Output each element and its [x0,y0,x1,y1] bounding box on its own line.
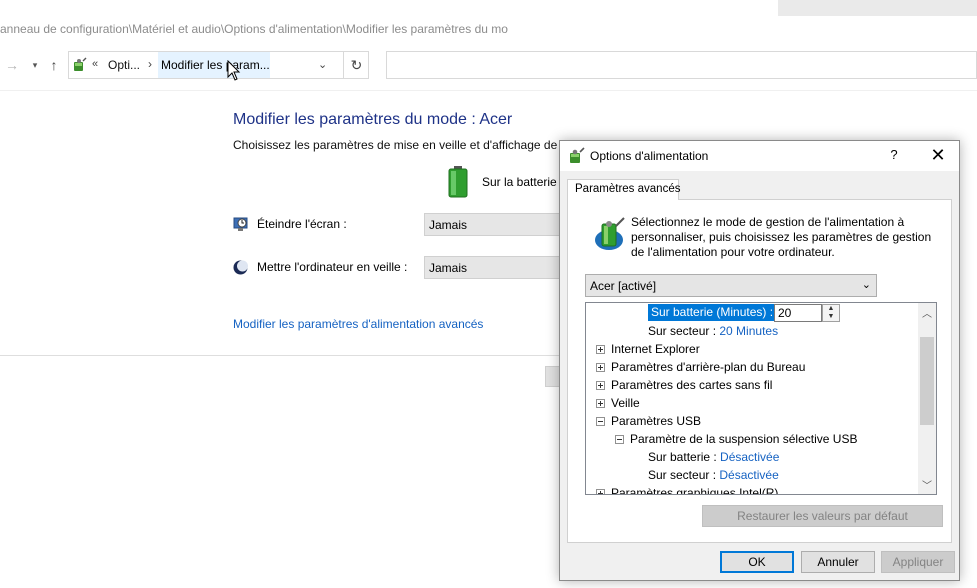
sleep-select[interactable]: Jamais [424,256,560,279]
forward-arrow-icon[interactable]: → [4,57,20,73]
on-battery-column-header: Sur la batterie [482,175,557,189]
expand-icon[interactable] [596,381,605,390]
tree-item-wireless-adapters[interactable]: Paramètres des cartes sans fil [611,376,772,394]
tree-item-internet-explorer[interactable]: Internet Explorer [611,340,700,358]
tree-usb-ac-row[interactable]: Sur secteur : Désactivée [648,466,779,484]
expand-icon[interactable] [596,363,605,372]
spin-up-icon[interactable]: ▲ [823,305,839,313]
tree-item-intel-graphics[interactable]: Paramètres graphiques Intel(R) [611,484,778,494]
power-options-icon [74,57,87,71]
sleep-value: Jamais [429,261,468,275]
vertical-scrollbar[interactable]: ︿ ﹀ [918,303,936,494]
tree-item-usb-selective-suspend[interactable]: Paramètre de la suspension sélective USB [630,430,857,448]
refresh-icon[interactable]: ↻ [343,52,369,78]
tab-label: Paramètres avancés [575,183,681,195]
scroll-up-icon[interactable]: ︿ [918,305,936,320]
dialog-title: Options d'alimentation [590,149,709,163]
tree-item-usb-settings[interactable]: Paramètres USB [611,412,701,430]
tree-usb-ac-value[interactable]: Désactivée [719,468,778,482]
breadcrumb-current-label: Modifier les param... [161,58,270,72]
scroll-down-icon[interactable]: ﹀ [918,477,936,492]
divider [0,355,560,356]
tab-panel: Sélectionnez le mode de gestion de l'ali… [567,199,952,543]
tree-ac-value[interactable]: 20 Minutes [719,324,778,338]
tree-ac-label: Sur secteur : [648,324,717,338]
tree-usb-ac-label: Sur secteur : [648,468,717,482]
tab-advanced-settings[interactable]: Paramètres avancés [567,179,681,200]
minutes-spinner[interactable]: ▲ ▼ [822,304,840,322]
expand-icon[interactable] [596,345,605,354]
restore-defaults-button[interactable]: Restaurer les valeurs par défaut [702,505,943,527]
window-title: anneau de configuration\Matériel et audi… [0,22,508,36]
collapse-icon[interactable] [596,417,605,426]
sleep-label: Mettre l'ordinateur en veille : [257,260,408,274]
recent-locations-chevron-icon[interactable]: ▾ [28,57,42,73]
expand-icon[interactable] [596,489,605,494]
divider [0,90,977,91]
search-input[interactable] [386,51,977,79]
address-bar[interactable]: « Opti... › Modifier les param... ⌄ ↻ [68,51,369,79]
power-plan-select[interactable]: Acer [activé] ⌄ [585,274,877,297]
spin-down-icon[interactable]: ▼ [823,313,839,321]
screen-off-value: Jamais [429,218,468,232]
tree-ac-row[interactable]: Sur secteur : 20 Minutes [648,322,778,340]
tree-usb-battery-row[interactable]: Sur batterie : Désactivée [648,448,779,466]
battery-icon [448,166,468,198]
moon-sleep-icon [233,260,248,275]
address-dropdown-icon[interactable]: ⌄ [318,58,327,71]
chevron-down-icon: ⌄ [861,279,871,291]
breadcrumb-item-current[interactable]: Modifier les param... [158,52,270,78]
mouse-cursor-icon [227,60,241,81]
ok-button[interactable]: OK [720,551,794,573]
collapse-icon[interactable] [615,435,624,444]
tree-usb-battery-label: Sur batterie : [648,450,717,464]
tree-item-desktop-background[interactable]: Paramètres d'arrière-plan du Bureau [611,358,805,376]
help-button[interactable]: ? [882,145,906,165]
breadcrumb-overflow[interactable]: « [92,58,98,70]
power-plan-icon [595,217,625,250]
page-description: Choisissez les paramètres de mise en vei… [233,138,558,152]
intro-text: Sélectionnez le mode de gestion de l'ali… [631,215,932,259]
advanced-settings-link[interactable]: Modifier les paramètres d'alimentation a… [233,317,483,331]
breadcrumb-separator[interactable]: › [148,57,152,71]
up-arrow-icon[interactable]: ↑ [46,57,62,73]
tree-usb-battery-value[interactable]: Désactivée [720,450,779,464]
breadcrumb-item-options[interactable]: Opti... [108,58,140,72]
apply-button[interactable]: Appliquer [881,551,955,573]
settings-tree[interactable]: Sur batterie (Minutes) : 20 ▲ ▼ Sur sect… [585,302,937,495]
taskbar-fragment [778,0,977,16]
close-icon[interactable]: ✕ [926,143,950,167]
cancel-button[interactable]: Annuler [801,551,875,573]
power-options-icon [570,147,585,163]
screen-off-select[interactable]: Jamais [424,213,560,236]
battery-minutes-input[interactable]: 20 [774,304,822,322]
screen-off-label: Éteindre l'écran : [257,217,347,231]
tree-item-sleep[interactable]: Veille [611,394,640,412]
scrollbar-thumb[interactable] [920,337,934,425]
page-title: Modifier les paramètres du mode : Acer [233,111,513,128]
battery-minutes-value: 20 [778,306,792,320]
monitor-clock-icon [233,217,248,231]
tree-battery-minutes-label[interactable]: Sur batterie (Minutes) : [648,304,777,321]
expand-icon[interactable] [596,399,605,408]
power-plan-value: Acer [activé] [590,279,657,293]
save-changes-button-partial[interactable] [545,366,560,387]
power-options-dialog: Options d'alimentation ? ✕ Paramètres av… [559,140,960,581]
